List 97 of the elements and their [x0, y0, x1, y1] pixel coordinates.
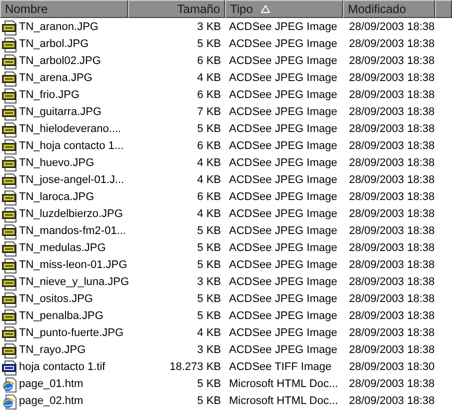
file-type: ACDSee JPEG Image: [229, 105, 338, 120]
modified-date: 28/09/2003 18:38: [349, 37, 435, 52]
modified-date: 28/09/2003 18:38: [349, 309, 435, 324]
file-size: 5 KB: [197, 258, 221, 274]
file-name[interactable]: TN_guitarra.JPG: [19, 104, 102, 121]
file-type: ACDSee JPEG Image: [229, 275, 338, 290]
modified-date: 28/09/2003 18:38: [349, 258, 435, 274]
modified-date: 28/09/2003 18:38: [349, 156, 435, 172]
file-name[interactable]: TN_medulas.JPG: [19, 240, 106, 257]
file-size: 5 KB: [197, 394, 221, 410]
modified-date: 28/09/2003 18:38: [349, 224, 435, 240]
file-size: 5 KB: [197, 241, 221, 256]
file-size: 6 KB: [197, 54, 221, 70]
file-name[interactable]: page_01.htm: [19, 376, 84, 393]
file-size: 3 KB: [197, 343, 221, 358]
modified-date: 28/09/2003 18:38: [349, 377, 435, 392]
file-name[interactable]: TN_ositos.JPG: [19, 291, 93, 308]
file-type: ACDSee JPEG Image: [229, 258, 338, 274]
file-type: ACDSee JPEG Image: [229, 326, 338, 342]
modified-date: 28/09/2003 18:38: [349, 54, 435, 70]
file-name[interactable]: TN_arbol02.JPG: [19, 53, 101, 70]
modified-date: 28/09/2003 18:38: [349, 394, 435, 410]
file-name[interactable]: hoja contacto 1.tif: [19, 359, 106, 376]
modified-date: 28/09/2003 18:38: [349, 190, 435, 206]
modified-date: 28/09/2003 18:38: [349, 207, 435, 222]
file-name[interactable]: TN_rayo.JPG: [19, 342, 86, 359]
file-size: 3 KB: [197, 275, 221, 290]
file-name[interactable]: TN_laroca.JPG: [19, 189, 94, 206]
file-type: ACDSee JPEG Image: [229, 241, 338, 256]
file-type: ACDSee JPEG Image: [229, 54, 338, 70]
modified-date: 28/09/2003 18:38: [349, 326, 435, 342]
file-size: 5 KB: [197, 292, 221, 308]
file-size: 5 KB: [197, 122, 221, 138]
file-type: ACDSee JPEG Image: [229, 224, 338, 240]
file-size: 5 KB: [197, 377, 221, 392]
file-size: 6 KB: [197, 88, 221, 104]
modified-date: 28/09/2003 18:38: [349, 241, 435, 256]
file-name[interactable]: TN_aranon.JPG: [19, 19, 98, 36]
file-type: ACDSee JPEG Image: [229, 88, 338, 104]
file-type: ACDSee JPEG Image: [229, 37, 338, 52]
file-size: 4 KB: [197, 326, 221, 342]
column-header: [435, 0, 452, 18]
file-name[interactable]: TN_nieve_y_luna.JPG: [19, 274, 130, 291]
file-name[interactable]: TN_arena.JPG: [19, 70, 92, 87]
file-size: 5 KB: [197, 37, 221, 52]
file-size: 5 KB: [197, 309, 221, 324]
file-name[interactable]: TN_jose-angel-01.J...: [19, 172, 124, 189]
file-name[interactable]: TN_hoja contacto 1...: [19, 138, 124, 155]
file-size: 4 KB: [197, 207, 221, 222]
file-size: 4 KB: [197, 71, 221, 86]
file-name[interactable]: TN_mandos-fm2-01...: [19, 223, 126, 240]
file-name[interactable]: TN_huevo.JPG: [19, 155, 94, 172]
file-name[interactable]: TN_luzdelbierzo.JPG: [19, 206, 123, 223]
modified-date: 28/09/2003 18:38: [349, 275, 435, 290]
file-name[interactable]: TN_penalba.JPG: [19, 308, 104, 325]
file-size: 4 KB: [197, 173, 221, 188]
modified-date: 28/09/2003 18:38: [349, 71, 435, 86]
file-type: ACDSee JPEG Image: [229, 20, 338, 36]
modified-date: 28/09/2003 18:38: [349, 173, 435, 188]
column-header[interactable]: Nombre: [0, 0, 128, 18]
file-type: ACDSee JPEG Image: [229, 207, 338, 222]
file-name[interactable]: TN_punto-fuerte.JPG: [19, 325, 124, 342]
file-size: 6 KB: [197, 139, 221, 154]
file-size: 18.273 KB: [170, 360, 221, 376]
column-header[interactable]: Tamaño: [128, 0, 225, 18]
file-type: Microsoft HTML Doc...: [229, 377, 338, 392]
file-name[interactable]: page_02.htm: [19, 393, 84, 410]
file-type: ACDSee JPEG Image: [229, 190, 338, 206]
file-size: 4 KB: [197, 156, 221, 172]
modified-date: 28/09/2003 18:38: [349, 122, 435, 138]
modified-date: 28/09/2003 18:30: [349, 360, 435, 376]
file-type: ACDSee JPEG Image: [229, 156, 338, 172]
file-name[interactable]: TN_arbol.JPG: [19, 36, 89, 53]
file-type: ACDSee JPEG Image: [229, 292, 338, 308]
file-size: 3 KB: [197, 20, 221, 36]
file-name[interactable]: TN_hielodeverano....: [19, 121, 122, 138]
file-size: 6 KB: [197, 190, 221, 206]
file-size: 7 KB: [197, 105, 221, 120]
file-type: ACDSee JPEG Image: [229, 71, 338, 86]
file-name[interactable]: TN_frio.JPG: [19, 87, 80, 104]
file-type: ACDSee TIFF Image: [229, 360, 332, 376]
modified-date: 28/09/2003 18:38: [349, 105, 435, 120]
file-type: ACDSee JPEG Image: [229, 122, 338, 138]
modified-date: 28/09/2003 18:38: [349, 343, 435, 358]
modified-date: 28/09/2003 18:38: [349, 88, 435, 104]
modified-date: 28/09/2003 18:38: [349, 20, 435, 36]
file-type: ACDSee JPEG Image: [229, 173, 338, 188]
modified-date: 28/09/2003 18:38: [349, 139, 435, 154]
file-type: ACDSee JPEG Image: [229, 343, 338, 358]
file-name[interactable]: TN_miss-leon-01.JPG: [19, 257, 128, 274]
column-header[interactable]: Modificado: [343, 0, 435, 18]
file-type: ACDSee JPEG Image: [229, 309, 338, 324]
column-header[interactable]: Tipo: [225, 0, 343, 18]
file-type: ACDSee JPEG Image: [229, 139, 338, 154]
file-type: Microsoft HTML Doc...: [229, 394, 338, 410]
file-size: 5 KB: [197, 224, 221, 240]
modified-date: 28/09/2003 18:38: [349, 292, 435, 308]
